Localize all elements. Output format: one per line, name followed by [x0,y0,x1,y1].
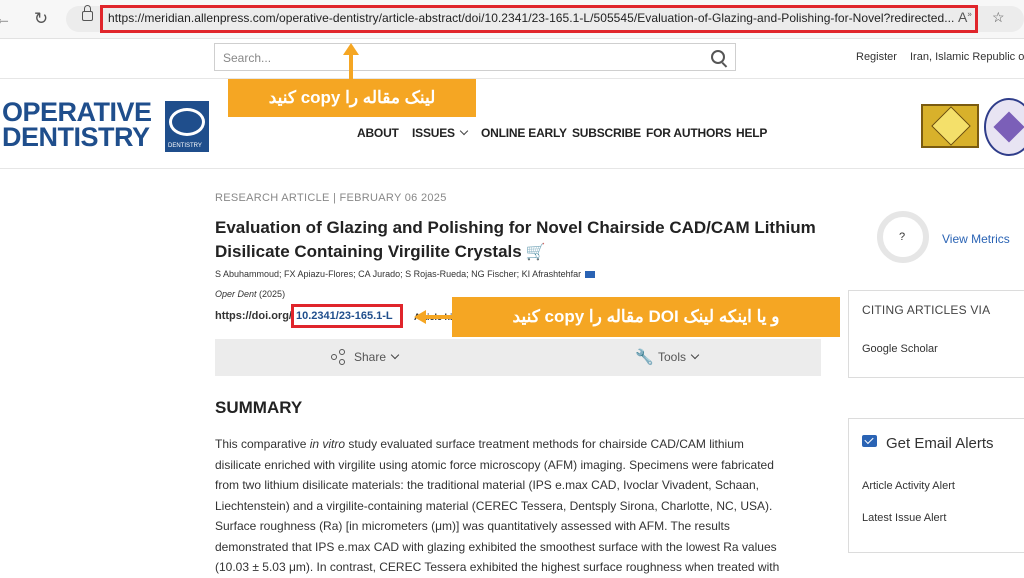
academy-logo[interactable] [984,98,1024,156]
journal-logo[interactable]: OPERATIVE DENTISTRY [2,99,152,152]
google-scholar-link[interactable]: Google Scholar [862,343,938,355]
article-title-text: Evaluation of Glazing and Polishing for … [215,218,816,261]
copy-doi-link-callout: و یا اینکه لینک DOI مقاله را copy کنید [452,297,840,337]
divider [0,168,1024,169]
chevron-down-icon [690,350,700,360]
nav-about[interactable]: ABOUT [357,126,399,140]
nav-subscribe[interactable]: SUBSCRIBE [572,126,641,140]
share-label: Share [354,350,387,364]
summary-text: This comparative in vitro study evaluate… [215,434,815,578]
article-title: Evaluation of Glazing and Polishing for … [215,216,827,265]
search-icon[interactable] [711,50,725,64]
journal-name: Oper Dent [215,289,257,299]
authors-text[interactable]: S Abuhammoud; FX Apiazu-Flores; CA Jurad… [215,269,581,279]
logo-small-text: DENTISTRY [168,143,202,149]
summary-line: demonstrated that IPS e.max CAD with gla… [215,539,777,554]
summary-line: disilicate enriched with virgilite using… [215,457,774,472]
divider [0,78,1024,79]
citing-articles-heading: CITING ARTICLES VIA [862,303,991,317]
view-metrics-link[interactable]: View Metrics [942,232,1010,246]
latest-issue-alert-link[interactable]: Latest Issue Alert [862,512,946,524]
doi-highlight-box [291,304,403,328]
share-icon[interactable] [331,349,345,365]
read-aloud-icon[interactable]: A» [958,9,972,25]
register-link[interactable]: Register [856,51,897,63]
country-label: Iran, Islamic Republic of [910,51,1024,63]
copy-article-link-callout: لینک مقاله را copy کنید [228,79,476,117]
summary-line: Surface roughness (Ra) [in micrometers (… [215,519,730,533]
metrics-question-mark: ? [899,231,906,243]
summary-line: Liechtenstein) and a virgilite-containin… [215,498,773,513]
authors-list: S Abuhammoud; FX Apiazu-Flores; CA Jurad… [215,269,596,279]
wrench-icon[interactable]: 🔧 [635,348,654,366]
summary-line: from two lithium disilicate materials: t… [215,478,759,492]
summary-line: This comparative in vitro study evaluate… [215,437,744,451]
nav-help[interactable]: HELP [736,126,767,140]
summary-line: (10.03 ± 5.03 μm). In contrast, CEREC Te… [215,560,780,574]
url-highlight-box [100,5,978,33]
article-meta: RESEARCH ARTICLE | FEBRUARY 06 2025 [215,192,447,204]
nav-issues[interactable]: ISSUES [412,126,469,140]
chevron-down-icon [459,126,469,136]
article-activity-alert-link[interactable]: Article Activity Alert [862,480,955,492]
journal-citation: Oper Dent (2025) [215,289,285,299]
search-input[interactable]: Search... [214,43,736,71]
journal-year: (2025) [259,289,286,299]
nav-issues-label: ISSUES [412,126,455,140]
arrow-shaft [425,315,453,319]
article-toolbar [215,339,821,376]
search-placeholder: Search... [223,51,272,65]
share-button[interactable]: Share [354,350,400,364]
academy-of-operators-logo[interactable] [921,104,979,148]
nav-for-authors[interactable]: FOR AUTHORS [646,126,732,140]
tools-button[interactable]: Tools [658,350,700,364]
doi-prefix[interactable]: https://doi.org/ [215,310,292,322]
email-alerts-heading: Get Email Alerts [886,435,994,452]
email-icon[interactable] [585,271,596,279]
chevron-down-icon [390,350,400,360]
lock-icon[interactable] [82,5,93,21]
cart-icon[interactable]: 🛒 [526,241,546,265]
favorite-star-icon[interactable]: ☆ [992,9,1005,26]
arrow-shaft [349,54,353,80]
email-alert-icon [862,435,877,447]
od-emblem-icon [169,108,205,136]
nav-online-early[interactable]: ONLINE EARLY [481,126,567,140]
reload-icon[interactable]: ↻ [30,8,52,30]
tools-label: Tools [658,350,687,364]
summary-heading: SUMMARY [215,398,303,417]
back-icon[interactable]: ← [0,8,14,30]
logo-line2: DENTISTRY [2,122,150,152]
